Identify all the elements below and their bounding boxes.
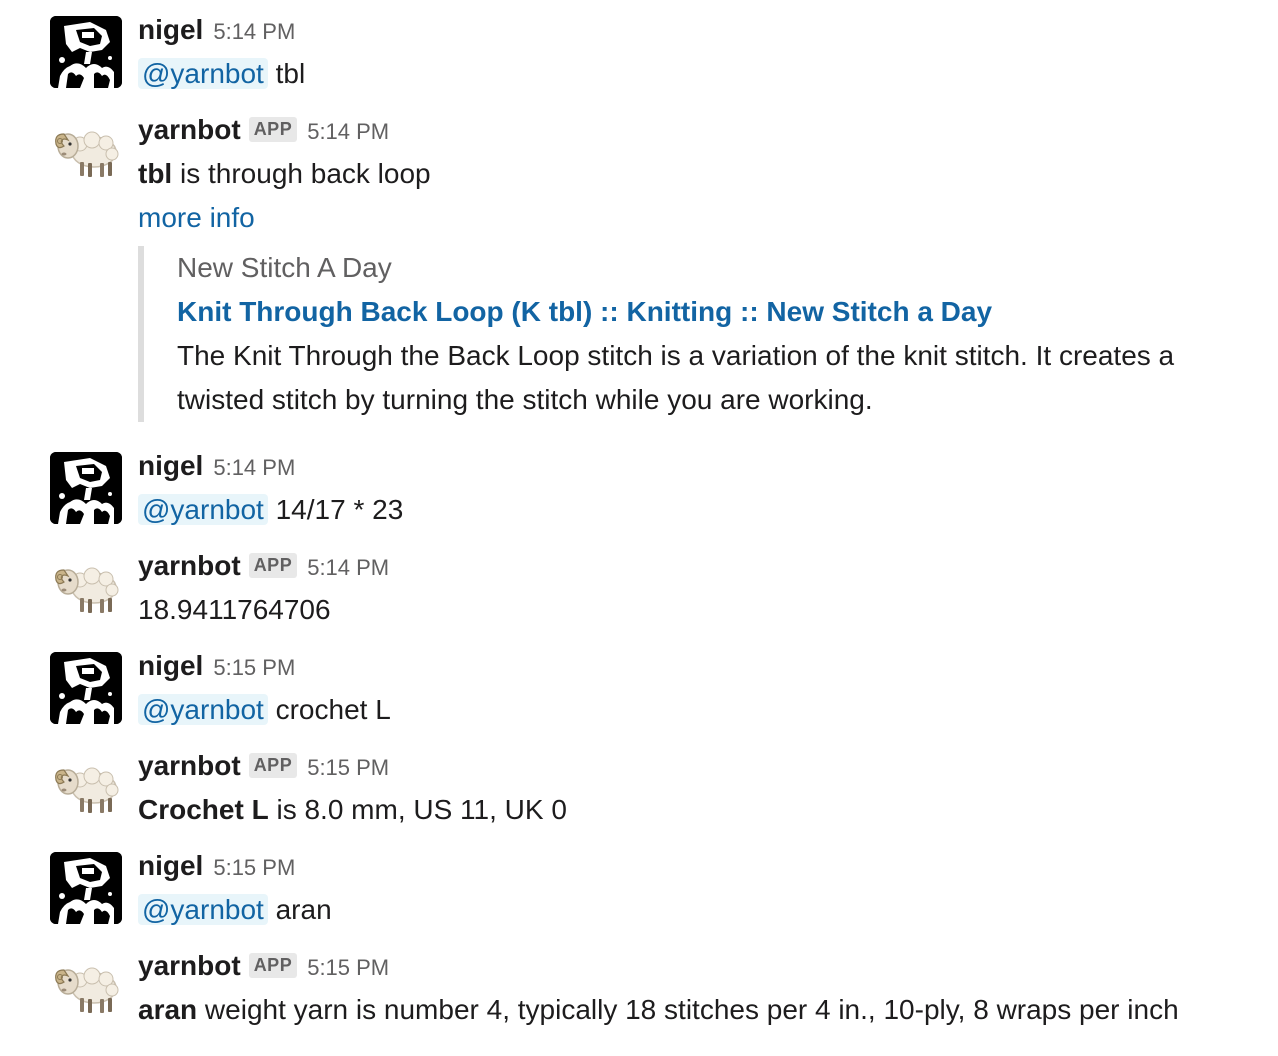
message-body: aran [267,894,332,925]
message-bold-term: aran [138,994,198,1025]
message-body: is 8.0 mm, US 11, UK 0 [268,794,567,825]
sender-name[interactable]: nigel [138,850,203,881]
sender-name[interactable]: yarnbot [138,114,241,145]
message-text: Crochet L is 8.0 mm, US 11, UK 0 [138,788,1258,832]
message-bold-term: Crochet L [138,794,269,825]
message-text: @yarnbot tbl [138,52,1258,96]
robot-portrait-avatar-icon[interactable] [50,16,122,88]
message-text: tbl is through back loop [138,152,1258,196]
attachment-description-line: The Knit Through the Back Loop stitch is… [177,340,1175,371]
message-body: tbl [267,58,306,89]
message-timestamp[interactable]: 5:15 PM [213,655,295,680]
sheep-icon[interactable] [50,952,122,1024]
attachment-description-line: twisted stitch by turning the stitch whi… [177,384,873,415]
more-info-link[interactable]: more info [138,202,255,233]
sender-name[interactable]: yarnbot [138,950,241,981]
message-body: weight yarn is number 4, typically 18 st… [197,994,1179,1025]
attachment-service-name: New Stitch A Day [177,252,392,283]
robot-portrait-avatar-icon[interactable] [50,652,122,724]
sender-name[interactable]: nigel [138,14,203,45]
message-timestamp[interactable]: 5:15 PM [307,755,389,780]
message-timestamp[interactable]: 5:15 PM [307,955,389,980]
message-body: crochet L [267,694,391,725]
attachment-description: The Knit Through the Back Loop stitch is… [177,334,1227,422]
message-timestamp[interactable]: 5:14 PM [307,555,389,580]
sheep-icon[interactable] [50,116,122,188]
app-badge: APP [248,953,298,978]
message-feed: nigel 5:14 PM @yarnbot tbl yarnbot APP 5:14… [0,0,1278,1056]
message-bold-term: tbl [138,158,173,189]
message-timestamp[interactable]: 5:14 PM [213,19,295,44]
robot-portrait-avatar-icon[interactable] [50,852,122,924]
sheep-icon[interactable] [50,752,122,824]
app-badge: APP [248,553,298,578]
app-badge: APP [248,117,298,142]
app-badge: APP [248,753,298,778]
message-text: aran weight yarn is number 4, typically … [138,988,1258,1032]
message-text: @yarnbot crochet L [138,688,1258,732]
sender-name[interactable]: yarnbot [138,550,241,581]
user-mention[interactable]: @yarnbot [138,58,268,89]
message-timestamp[interactable]: 5:14 PM [307,119,389,144]
message-timestamp[interactable]: 5:15 PM [213,855,295,880]
user-mention[interactable]: @yarnbot [138,894,268,925]
sheep-icon[interactable] [50,552,122,624]
robot-portrait-avatar-icon[interactable] [50,452,122,524]
message-text: @yarnbot aran [138,888,1258,932]
attachment-title-link[interactable]: Knit Through Back Loop (K tbl) :: Knitti… [177,290,1227,334]
message-body: is through back loop [172,158,431,189]
message-text: 18.9411764706 [138,594,331,625]
link-attachment: New Stitch A Day Knit Through Back Loop … [138,246,1227,422]
message-body: 14/17 * 23 [267,494,404,525]
sender-name[interactable]: nigel [138,650,203,681]
sender-name[interactable]: yarnbot [138,750,241,781]
user-mention[interactable]: @yarnbot [138,494,268,525]
message-text: @yarnbot 14/17 * 23 [138,488,1258,532]
message-timestamp[interactable]: 5:14 PM [213,455,295,480]
user-mention[interactable]: @yarnbot [138,694,268,725]
sender-name[interactable]: nigel [138,450,203,481]
